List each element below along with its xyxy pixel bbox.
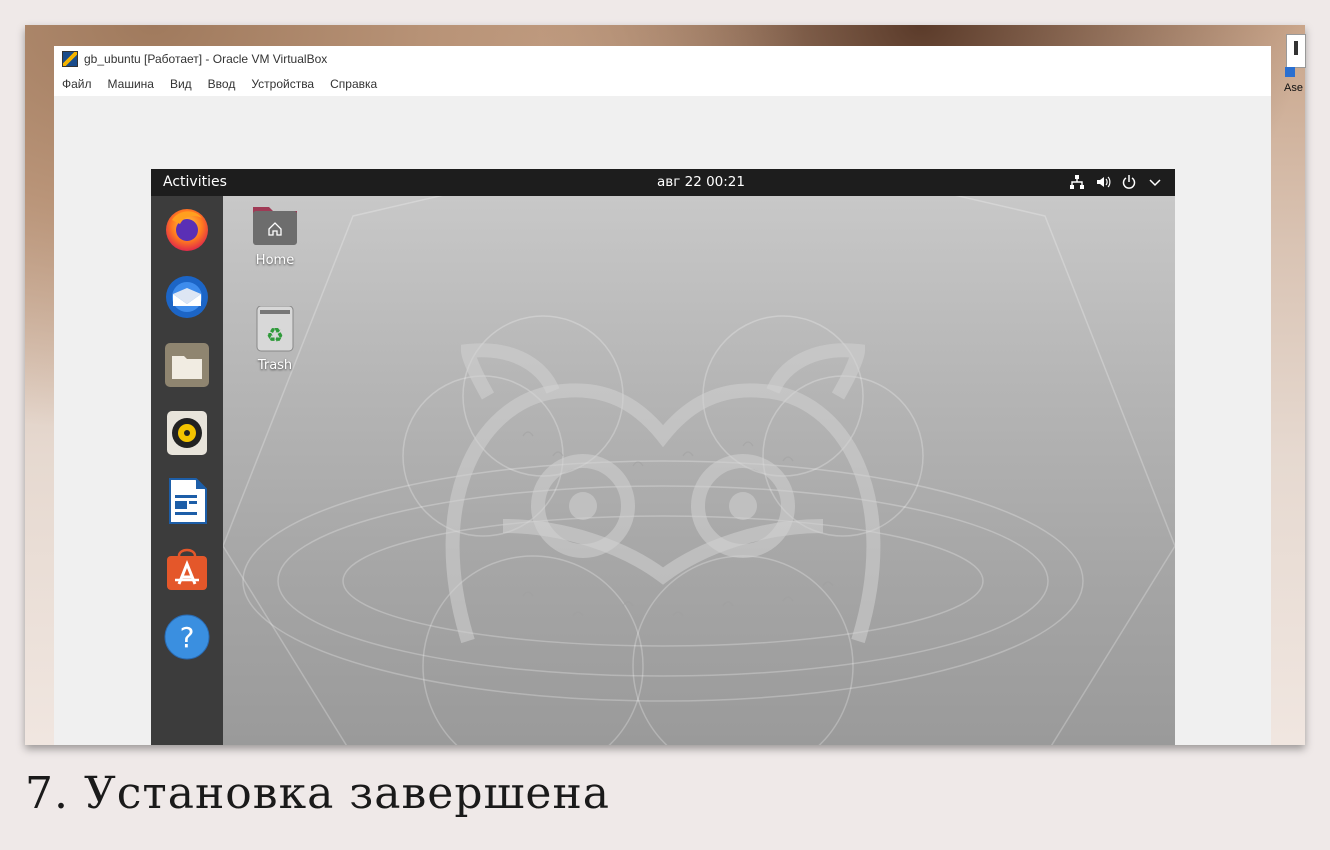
slide-caption: 7. Установка завершена	[25, 768, 610, 819]
clock[interactable]: авг 22 00:21	[657, 174, 745, 190]
software-center-icon[interactable]	[164, 546, 210, 592]
menu-input[interactable]: Ввод	[208, 77, 236, 91]
ubuntu-dock: ?	[151, 196, 223, 745]
svg-text:♻: ♻	[266, 323, 284, 347]
desktop-icon-trash[interactable]: ♻ Trash	[245, 305, 305, 373]
desktop-icon-home[interactable]: Home	[245, 201, 305, 268]
help-icon[interactable]: ?	[164, 614, 210, 660]
system-tray[interactable]	[1069, 174, 1163, 190]
firefox-icon[interactable]	[164, 206, 210, 252]
ubuntu-guest-screen[interactable]: Activities авг 22 00:21 Home ♻ Trash ?	[151, 169, 1175, 745]
desktop-icon-label: Trash	[257, 358, 293, 373]
network-icon[interactable]	[1069, 174, 1085, 190]
menu-view[interactable]: Вид	[170, 77, 192, 91]
ubuntu-top-bar: Activities авг 22 00:21	[151, 169, 1175, 196]
files-icon[interactable]	[164, 342, 210, 388]
host-desktop-shortcut[interactable]: Ase	[1284, 34, 1306, 104]
chevron-down-icon[interactable]	[1147, 174, 1163, 190]
power-icon[interactable]	[1121, 174, 1137, 190]
rhythmbox-icon[interactable]	[164, 410, 210, 456]
shortcut-label: Ase	[1284, 82, 1303, 94]
volume-icon[interactable]	[1095, 174, 1111, 190]
desktop-icon-label: Home	[255, 253, 295, 268]
svg-text:?: ?	[180, 621, 195, 654]
trash-icon: ♻	[256, 305, 294, 352]
vbox-menubar: Файл Машина Вид Ввод Устройства Справка	[54, 72, 1271, 96]
shortcut-arrow-icon	[1285, 67, 1295, 77]
virtualbox-logo-icon	[62, 51, 78, 67]
menu-devices[interactable]: Устройства	[251, 77, 314, 91]
thunderbird-icon[interactable]	[164, 274, 210, 320]
shortcut-file-icon	[1286, 34, 1306, 68]
vbox-window-title: gb_ubuntu [Работает] - Oracle VM Virtual…	[84, 52, 328, 66]
vbox-titlebar[interactable]: gb_ubuntu [Работает] - Oracle VM Virtual…	[54, 46, 1271, 72]
ubuntu-desktop[interactable]: Home ♻ Trash	[223, 196, 1175, 745]
menu-file[interactable]: Файл	[62, 77, 92, 91]
activities-button[interactable]: Activities	[163, 174, 227, 190]
menu-machine[interactable]: Машина	[108, 77, 154, 91]
libreoffice-writer-icon[interactable]	[164, 478, 210, 524]
home-folder-icon	[253, 207, 297, 245]
menu-help[interactable]: Справка	[330, 77, 377, 91]
hippo-wallpaper	[223, 196, 1175, 745]
